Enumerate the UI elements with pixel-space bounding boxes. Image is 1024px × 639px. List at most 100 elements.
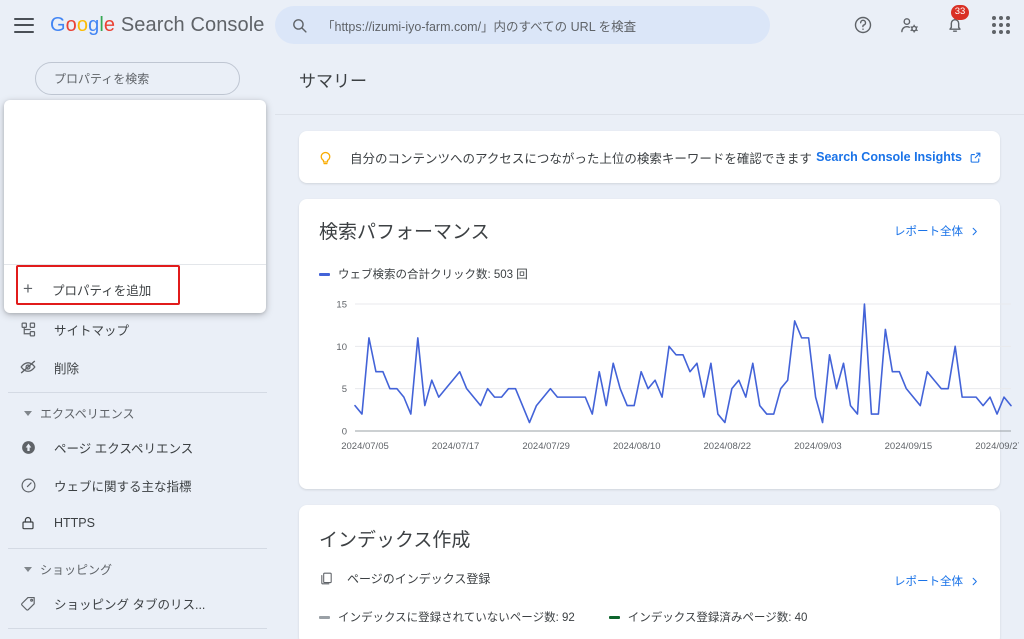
- sidebar-item-shopping-tab-listings[interactable]: ショッピング タブのリス...: [0, 584, 275, 622]
- sidebar-item-label: ショッピング タブのリス...: [54, 597, 206, 612]
- property-search-placeholder: プロパティを検索: [54, 72, 150, 86]
- eye-off-icon: [18, 357, 38, 377]
- account-settings-icon[interactable]: [896, 12, 922, 38]
- legend-color-swatch: [319, 615, 330, 619]
- property-search-input[interactable]: プロパティを検索: [35, 62, 240, 95]
- logo-letter-o1: o: [65, 13, 77, 36]
- performance-card-header: 検索パフォーマンス レポート全体: [319, 217, 980, 244]
- legend-color-swatch: [319, 272, 330, 276]
- insights-banner-text: 自分のコンテンツへのアクセスにつながった上位の検索キーワードを確認できます: [350, 151, 812, 166]
- legend-label: インデックスに登録されていないページ数: 92: [338, 612, 575, 624]
- report-link-label: レポート全体: [894, 576, 963, 588]
- search-performance-card: 検索パフォーマンス レポート全体 ウェブ検索の合計クリック数: 503 回 0 5…: [299, 199, 1019, 489]
- logo-letter-g2: g: [88, 13, 100, 36]
- hamburger-icon[interactable]: [14, 17, 34, 33]
- lock-icon: [18, 513, 38, 533]
- legend-label: ウェブ検索の合計クリック数: 503 回: [338, 269, 528, 281]
- sidebar-divider: [8, 628, 267, 629]
- url-inspection-search[interactable]: 「https://izumi-iyo-farm.com/」内のすべての URL …: [275, 6, 770, 44]
- index-subtitle: ページのインデックス登録: [347, 572, 491, 586]
- sidebar-item-label: HTTPS: [54, 516, 95, 530]
- svg-text:15: 15: [336, 300, 347, 311]
- apps-grid-icon[interactable]: [988, 12, 1014, 38]
- chevron-down-icon: [24, 567, 32, 572]
- tag-icon: [18, 593, 38, 613]
- sidebar-item-core-web-vitals[interactable]: ウェブに関する主な指標: [0, 466, 275, 504]
- logo-letter-e: e: [103, 13, 116, 36]
- report-link-label: レポート全体: [894, 226, 963, 238]
- sidebar-section-label: ショッピング: [40, 563, 113, 577]
- page-experience-icon: [18, 437, 38, 457]
- logo-letter-o2: o: [76, 13, 89, 36]
- sidebar-item-sitemap[interactable]: サイトマップ: [0, 310, 275, 348]
- index-full-report-link[interactable]: レポート全体: [894, 573, 980, 589]
- insights-link-label: Search Console Insights: [816, 150, 962, 164]
- lightbulb-icon: [317, 149, 334, 166]
- sidebar-section-experience[interactable]: エクスペリエンス: [0, 399, 275, 428]
- svg-text:2024/09/27: 2024/09/27: [975, 441, 1019, 452]
- svg-text:2024/09/15: 2024/09/15: [885, 441, 933, 452]
- page-title: サマリー: [299, 72, 367, 91]
- logo-letter-g: G: [50, 13, 66, 36]
- main-content: サマリー 自分のコンテンツへのアクセスにつながった上位の検索キーワードを確認でき…: [275, 50, 1024, 639]
- legend-color-swatch: [608, 615, 620, 619]
- plus-icon: +: [23, 279, 33, 298]
- sidebar-section-label: エクスペリエンス: [40, 407, 135, 421]
- property-dropdown-panel[interactable]: + プロパティを追加: [4, 100, 266, 313]
- pages-icon: [319, 571, 334, 586]
- index-legend-item-indexed: インデックス登録済みページ数: 40: [608, 609, 808, 625]
- sidebar-section-shopping[interactable]: ショッピング: [0, 555, 275, 584]
- search-input-value: 「https://izumi-iyo-farm.com/」内のすべての URL …: [322, 19, 637, 34]
- sidebar-item-removals[interactable]: 削除: [0, 348, 275, 386]
- svg-text:2024/08/22: 2024/08/22: [704, 441, 752, 452]
- add-property-label: プロパティを追加: [52, 283, 152, 298]
- svg-text:2024/09/03: 2024/09/03: [794, 441, 842, 452]
- chevron-right-icon: [972, 577, 977, 585]
- add-property-button[interactable]: + プロパティを追加: [4, 265, 266, 313]
- notifications-bell-icon[interactable]: 33: [942, 5, 969, 38]
- svg-text:10: 10: [336, 342, 347, 353]
- svg-text:0: 0: [342, 427, 347, 438]
- sidebar-item-page-experience[interactable]: ページ エクスペリエンス: [0, 428, 275, 466]
- product-name: Search Console: [115, 13, 265, 36]
- svg-text:2024/07/17: 2024/07/17: [432, 441, 480, 452]
- title-divider: [275, 114, 1024, 115]
- sidebar-item-label: ページ エクスペリエンス: [54, 441, 194, 456]
- legend-label: インデックス登録済みページ数: 40: [627, 612, 808, 624]
- sidebar-divider: [8, 392, 267, 393]
- property-dropdown-list: [4, 100, 266, 264]
- chevron-down-icon: [24, 411, 32, 416]
- search-icon: [291, 17, 308, 34]
- index-legend-item-not-indexed: インデックスに登録されていないページ数: 92: [319, 609, 575, 625]
- top-bar: Google Search Console 「https://izumi-iyo…: [0, 0, 1024, 50]
- help-icon[interactable]: [850, 12, 876, 38]
- svg-text:2024/08/10: 2024/08/10: [613, 441, 661, 452]
- sidebar-item-label: ウェブに関する主な指標: [54, 479, 192, 494]
- chevron-right-icon: [972, 227, 977, 235]
- index-card-title: インデックス作成: [319, 530, 471, 551]
- sidebar-item-settings-cutoff[interactable]: 設定: [0, 635, 275, 639]
- index-legend: インデックスに登録されていないページ数: 92 インデックス登録済みページ数: …: [319, 609, 980, 625]
- sidebar-item-https[interactable]: HTTPS: [0, 504, 275, 542]
- sidebar-item-label: 削除: [54, 361, 80, 376]
- sidebar-items-top: サイトマップ 削除: [0, 310, 275, 386]
- external-link-icon: [970, 152, 981, 163]
- index-subtitle-row: ページのインデックス登録: [319, 570, 980, 587]
- search-console-insights-link[interactable]: Search Console Insights: [816, 150, 982, 164]
- app-title: Google Search Console: [50, 14, 265, 37]
- sidebar-item-label: サイトマップ: [54, 323, 130, 338]
- app-root: Google Search Console 「https://izumi-iyo…: [0, 0, 1024, 639]
- performance-card-title: 検索パフォーマンス: [319, 222, 490, 243]
- sitemap-icon: [18, 319, 38, 339]
- sidebar-divider: [8, 548, 267, 549]
- gauge-icon: [18, 475, 38, 495]
- svg-text:2024/07/29: 2024/07/29: [522, 441, 570, 452]
- search-console-insights-banner: 自分のコンテンツへのアクセスにつながった上位の検索キーワードを確認できます Se…: [299, 131, 1000, 183]
- svg-text:2024/07/05: 2024/07/05: [341, 441, 389, 452]
- performance-chart: 0 5 10 15 2024/07/05 2024/07/17 2024/07/29 2024…: [319, 294, 1019, 459]
- performance-full-report-link[interactable]: レポート全体: [894, 223, 980, 239]
- top-bar-icons: 33: [850, 0, 1014, 50]
- notification-badge: 33: [951, 5, 969, 20]
- index-coverage-card: インデックス作成 ページのインデックス登録 レポート全体 インデックスに登録され…: [299, 505, 1000, 639]
- performance-legend: ウェブ検索の合計クリック数: 503 回: [319, 266, 980, 282]
